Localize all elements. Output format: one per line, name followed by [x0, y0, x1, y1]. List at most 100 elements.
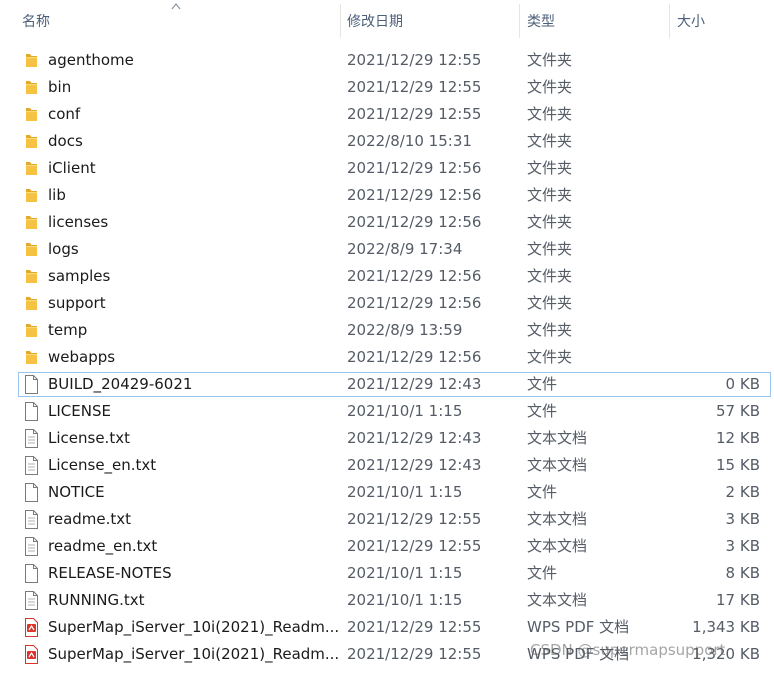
file-size: 3 KB	[725, 537, 760, 555]
file-row[interactable]: License_en.txt 2021/12/29 12:43 文本文档 15 KB	[0, 452, 774, 479]
file-row[interactable]: samples 2021/12/29 12:56 文件夹	[0, 263, 774, 290]
folder-icon	[23, 105, 39, 124]
file-row[interactable]: temp 2022/8/9 13:59 文件夹	[0, 317, 774, 344]
file-modified-date: 2021/10/1 1:15	[347, 483, 463, 501]
file-size: 1,343 KB	[692, 618, 760, 636]
column-header-type[interactable]: 类型	[520, 0, 670, 40]
file-type: 文本文档	[527, 429, 588, 447]
file-row[interactable]: agenthome 2021/12/29 12:55 文件夹	[0, 47, 774, 74]
folder-icon	[23, 240, 39, 259]
file-modified-date: 2021/10/1 1:15	[347, 402, 463, 420]
file-size: 2 KB	[725, 483, 760, 501]
file-row[interactable]: readme_en.txt 2021/12/29 12:55 文本文档 3 KB	[0, 533, 774, 560]
folder-icon	[23, 51, 39, 70]
file-name: support	[48, 294, 106, 312]
file-name: readme.txt	[48, 510, 132, 528]
file-type: 文件夹	[527, 51, 573, 69]
file-row[interactable]: NOTICE 2021/10/1 1:15 文件 2 KB	[0, 479, 774, 506]
column-header-name[interactable]: 名称	[0, 0, 340, 40]
file-row[interactable]: RUNNING.txt 2021/10/1 1:15 文本文档 17 KB	[0, 587, 774, 614]
file-modified-date: 2021/12/29 12:43	[347, 429, 482, 447]
file-type: 文本文档	[527, 510, 588, 528]
file-row[interactable]: iClient 2021/12/29 12:56 文件夹	[0, 155, 774, 182]
file-type: 文件	[527, 375, 558, 393]
file-modified-date: 2022/8/9 13:59	[347, 321, 463, 339]
file-name: SuperMap_iServer_10i(2021)_Readm...	[48, 618, 340, 636]
file-name: RUNNING.txt	[48, 591, 145, 609]
file-row[interactable]: bin 2021/12/29 12:55 文件夹	[0, 74, 774, 101]
file-modified-date: 2021/12/29 12:43	[347, 456, 482, 474]
file-type: 文件夹	[527, 267, 573, 285]
file-modified-date: 2021/12/29 12:55	[347, 105, 482, 123]
file-type: 文件夹	[527, 294, 573, 312]
file-icon	[23, 402, 39, 421]
file-row[interactable]: SuperMap_iServer_10i(2021)_Readm... 2021/…	[0, 614, 774, 641]
file-row[interactable]: LICENSE 2021/10/1 1:15 文件 57 KB	[0, 398, 774, 425]
file-name: readme_en.txt	[48, 537, 158, 555]
folder-icon	[23, 159, 39, 178]
file-type: 文件夹	[527, 105, 573, 123]
file-name: agenthome	[48, 51, 134, 69]
file-modified-date: 2021/12/29 12:56	[347, 213, 482, 231]
file-modified-date: 2021/12/29 12:56	[347, 294, 482, 312]
file-size: 3 KB	[725, 510, 760, 528]
file-size: 17 KB	[716, 591, 760, 609]
file-modified-date: 2021/12/29 12:55	[347, 51, 482, 69]
file-row[interactable]: readme.txt 2021/12/29 12:55 文本文档 3 KB	[0, 506, 774, 533]
file-modified-date: 2021/10/1 1:15	[347, 591, 463, 609]
file-row[interactable]: support 2021/12/29 12:56 文件夹	[0, 290, 774, 317]
file-type: 文本文档	[527, 591, 588, 609]
folder-icon	[23, 186, 39, 205]
file-type: 文件	[527, 483, 558, 501]
file-row[interactable]: logs 2022/8/9 17:34 文件夹	[0, 236, 774, 263]
file-type: WPS PDF 文档	[527, 618, 630, 636]
text-file-icon	[23, 429, 39, 448]
file-type: 文件夹	[527, 78, 573, 96]
file-type: 文件夹	[527, 240, 573, 258]
text-file-icon	[23, 537, 39, 556]
file-name: licenses	[48, 213, 109, 231]
folder-icon	[23, 132, 39, 151]
file-row[interactable]: docs 2022/8/10 15:31 文件夹	[0, 128, 774, 155]
file-type: 文件夹	[527, 132, 573, 150]
folder-icon	[23, 213, 39, 232]
file-type: 文件	[527, 402, 558, 420]
file-name: logs	[48, 240, 79, 258]
file-row[interactable]: lib 2021/12/29 12:56 文件夹	[0, 182, 774, 209]
file-modified-date: 2021/12/29 12:56	[347, 186, 482, 204]
folder-icon	[23, 321, 39, 340]
file-modified-date: 2021/10/1 1:15	[347, 564, 463, 582]
folder-icon	[23, 78, 39, 97]
file-size: 0 KB	[725, 375, 760, 393]
file-row[interactable]: RELEASE-NOTES 2021/10/1 1:15 文件 8 KB	[0, 560, 774, 587]
file-row[interactable]: BUILD_20429-6021 2021/12/29 12:43 文件 0 KB	[0, 371, 774, 398]
file-icon	[23, 375, 39, 394]
file-icon	[23, 483, 39, 502]
file-row[interactable]: License.txt 2021/12/29 12:43 文本文档 12 KB	[0, 425, 774, 452]
folder-icon	[23, 294, 39, 313]
file-row[interactable]: webapps 2021/12/29 12:56 文件夹	[0, 344, 774, 371]
file-name: RELEASE-NOTES	[48, 564, 172, 582]
file-name: webapps	[48, 348, 116, 366]
column-header-date[interactable]: 修改日期	[340, 0, 520, 40]
file-name: samples	[48, 267, 111, 285]
column-header-size[interactable]: 大小	[670, 0, 774, 40]
file-modified-date: 2021/12/29 12:56	[347, 267, 482, 285]
file-name: NOTICE	[48, 483, 105, 501]
text-file-icon	[23, 510, 39, 529]
pdf-file-icon	[23, 645, 39, 664]
file-modified-date: 2021/12/29 12:55	[347, 537, 482, 555]
file-type: 文件	[527, 564, 558, 582]
file-row[interactable]: conf 2021/12/29 12:55 文件夹	[0, 101, 774, 128]
file-modified-date: 2021/12/29 12:55	[347, 645, 482, 663]
file-name: conf	[48, 105, 81, 123]
file-size: 15 KB	[716, 456, 760, 474]
file-icon	[23, 564, 39, 583]
file-name: SuperMap_iServer_10i(2021)_Readm...	[48, 645, 340, 663]
file-modified-date: 2021/12/29 12:55	[347, 510, 482, 528]
file-name: BUILD_20429-6021	[48, 375, 193, 393]
file-type: 文件夹	[527, 348, 573, 366]
file-row[interactable]: licenses 2021/12/29 12:56 文件夹	[0, 209, 774, 236]
file-name: iClient	[48, 159, 96, 177]
file-type: 文本文档	[527, 537, 588, 555]
